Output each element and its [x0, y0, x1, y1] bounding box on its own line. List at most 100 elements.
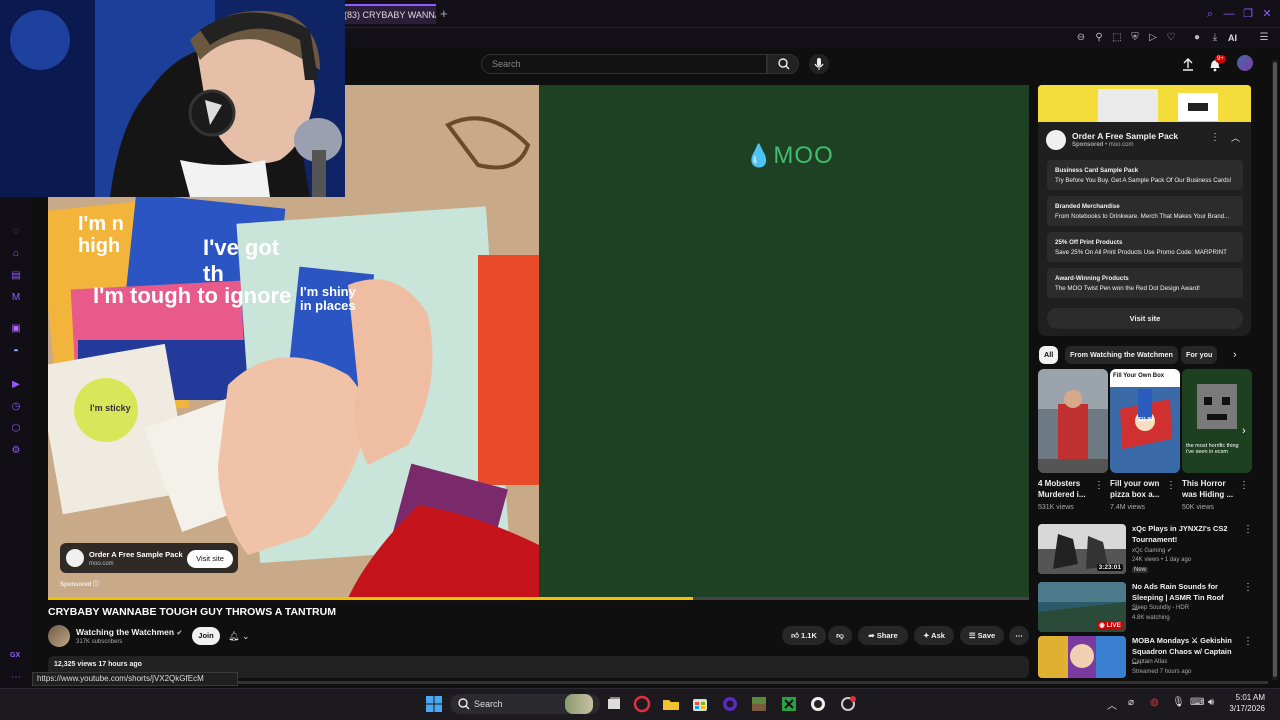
short-more-icon[interactable]: ⋮ [1166, 480, 1176, 491]
account-icon[interactable]: ● [1189, 30, 1205, 46]
photo-card-text-4: I'm sticky [90, 403, 131, 413]
clock-date[interactable]: 3/17/2026 [1225, 704, 1265, 713]
snapshot-icon[interactable]: ⬚ [1109, 30, 1125, 46]
rec-thumbnail[interactable]: ◉ LIVE [1038, 582, 1126, 632]
ad-sitelink[interactable] [1047, 196, 1243, 226]
sidebar-more-icon[interactable]: ⋯ [9, 671, 23, 685]
chevron-right-icon[interactable]: › [1233, 349, 1237, 361]
share-button[interactable]: ➦ Share [858, 626, 908, 645]
menu-icon[interactable]: ☰ [1256, 30, 1272, 46]
download-icon[interactable]: ⤓ [1207, 30, 1223, 46]
minecraft-icon[interactable] [749, 694, 769, 714]
settings-app-icon[interactable] [838, 694, 858, 714]
ask-button[interactable]: ✦ Ask [914, 626, 954, 645]
tray-volume-icon[interactable]: 🔊︎ [1208, 697, 1214, 708]
sidebar-speed-dial-icon[interactable]: ◌ [9, 225, 23, 239]
short-title[interactable]: 4 Mobsters Murdered i... [1038, 478, 1096, 500]
shorts-next-icon[interactable]: › [1242, 425, 1246, 437]
short-more-icon[interactable]: ⋮ [1239, 480, 1249, 491]
short-thumbnail[interactable]: the most horrific thing i've seen in ecs… [1182, 369, 1252, 473]
search-button[interactable] [767, 54, 799, 74]
chip-all[interactable]: All [1039, 346, 1059, 364]
info-icon[interactable]: ⓘ [93, 582, 99, 588]
rec-more-icon[interactable]: ⋮ [1243, 582, 1253, 593]
create-upload-icon[interactable] [1180, 56, 1196, 72]
rec-channel[interactable]: xQc Gaming ✔ [1132, 547, 1172, 556]
ad-panel-title[interactable]: Order A Free Sample Pack [1072, 131, 1178, 141]
ad-visit-site-button[interactable]: Visit site [1047, 308, 1243, 329]
shield-icon[interactable]: ⛨ [1127, 30, 1143, 46]
ad-sitelink[interactable] [1047, 232, 1243, 262]
xbox-icon[interactable] [779, 694, 799, 714]
channel-name[interactable]: Watching the Watchmen ✔ [76, 627, 182, 637]
tray-no-mic-icon[interactable]: ⌀ [1128, 697, 1134, 708]
rec-thumbnail[interactable] [1038, 636, 1126, 678]
more-actions-button[interactable]: ⋯ [1009, 626, 1029, 645]
channel-avatar[interactable] [48, 625, 70, 647]
close-icon[interactable]: ✕ [1260, 8, 1274, 20]
ad-sitelink[interactable] [1047, 268, 1243, 298]
pin-icon[interactable]: ⚲ [1091, 30, 1107, 46]
file-explorer-icon[interactable] [661, 694, 681, 714]
player-icon[interactable]: ▷ [1145, 30, 1161, 46]
sidebar-news-icon[interactable]: ▤ [9, 269, 23, 283]
ad-sitelink[interactable] [1047, 160, 1243, 190]
tray-overflow-icon[interactable]: ︿ [1107, 697, 1117, 712]
sidebar-discord-icon[interactable]: ◓ [9, 345, 23, 359]
zoom-icon[interactable]: ⊖ [1073, 30, 1089, 46]
sidebar-messenger-icon[interactable]: M [9, 291, 23, 305]
vertical-scrollbar-thumb[interactable] [1273, 62, 1277, 677]
heart-icon[interactable]: ♡ [1163, 30, 1179, 46]
search-input[interactable]: Search [481, 54, 767, 74]
ad-overlay-visit-button[interactable]: Visit site [187, 550, 233, 568]
app-ring-icon[interactable] [720, 694, 740, 714]
sidebar-history-icon[interactable]: ◷ [9, 400, 23, 414]
chip-from-channel[interactable]: From Watching the Watchmen [1065, 346, 1178, 364]
ai-button[interactable]: AI [1228, 30, 1237, 46]
sidebar-extensions-icon[interactable]: ⬡ [9, 422, 23, 436]
tray-network-icon[interactable]: ⌨ [1190, 697, 1204, 708]
rec-channel[interactable]: Captain Atlas [1132, 658, 1167, 667]
tray-opera-icon[interactable]: ◍ [1150, 697, 1159, 708]
clock-time[interactable]: 5:01 AM [1225, 693, 1265, 702]
tray-mic-icon[interactable]: 🎙︎ [1172, 697, 1185, 708]
minimize-icon[interactable]: — [1222, 8, 1236, 20]
short-thumbnail[interactable]: Fill Your Own Box $11.99 [1110, 369, 1180, 473]
rec-channel[interactable]: Sleep Soundly - HDR [1132, 604, 1189, 613]
sidebar-settings-icon[interactable]: ⚙ [9, 444, 23, 458]
ad-banner-image[interactable] [1038, 85, 1251, 122]
short-title[interactable]: Fill your own pizza box a... [1110, 478, 1168, 500]
widgets-icon[interactable] [565, 694, 593, 714]
opera-gx-icon[interactable] [632, 694, 652, 714]
rec-title[interactable]: xQc Plays in JYNXZI's CS2 Tournament! [1132, 524, 1232, 545]
new-tab-button[interactable]: + [440, 6, 448, 21]
rec-more-icon[interactable]: ⋮ [1243, 636, 1253, 647]
browser-tab[interactable]: (83) CRYBABY WANNA [340, 4, 436, 24]
sidebar-player-icon[interactable]: ▶ [9, 378, 23, 392]
rec-thumbnail[interactable]: 3:23:01 [1038, 524, 1126, 574]
short-title[interactable]: This Horror was Hiding ... [1182, 478, 1240, 500]
like-button[interactable]: 👍︎ 1.1K [782, 626, 826, 645]
chip-for-you[interactable]: For you [1181, 346, 1218, 364]
windows-start-icon[interactable] [424, 694, 444, 714]
maximize-icon[interactable]: ❐ [1241, 8, 1255, 20]
chevron-up-icon[interactable]: ︿ [1231, 131, 1240, 144]
rec-more-icon[interactable]: ⋮ [1243, 524, 1253, 535]
search-tabs-icon[interactable]: ⌕ [1203, 8, 1217, 20]
task-view-icon[interactable] [604, 694, 624, 714]
save-button[interactable]: ☰ Save [960, 626, 1004, 645]
obs-icon[interactable] [808, 694, 828, 714]
sidebar-twitch-icon[interactable]: ▣ [9, 322, 23, 336]
horizontal-scrollbar[interactable] [238, 681, 1268, 684]
sidebar-bag-icon[interactable]: ⌂ [9, 247, 23, 261]
voice-search-button[interactable] [809, 54, 829, 74]
profile-avatar[interactable] [1237, 55, 1253, 71]
ad-menu-icon[interactable]: ⋮ [1210, 132, 1220, 143]
short-thumbnail[interactable] [1038, 369, 1108, 473]
dislike-button[interactable]: 👎︎ [828, 626, 852, 645]
photo-card-text-1: I'm tough to ignore [93, 283, 292, 308]
short-more-icon[interactable]: ⋮ [1094, 480, 1104, 491]
subscription-bell-button[interactable]: 🔔︎ ⌄ [228, 627, 262, 645]
microsoft-store-icon[interactable] [690, 694, 710, 714]
join-button[interactable]: Join [192, 627, 220, 645]
